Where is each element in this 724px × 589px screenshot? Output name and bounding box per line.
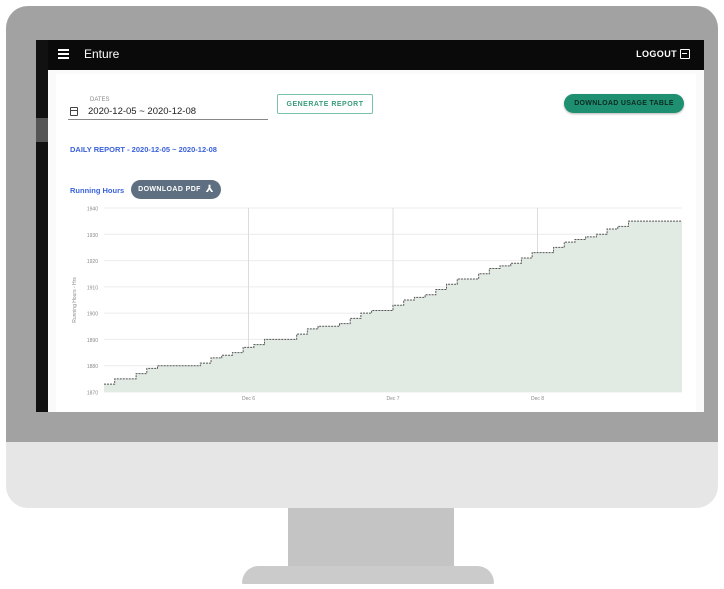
menu-icon[interactable]: [58, 49, 69, 59]
app-screen: Enture LOGOUT DATES 2020-12-05 ~ 2020-12…: [48, 40, 704, 412]
dates-field-underline: [68, 119, 268, 120]
calendar-icon[interactable]: [70, 107, 78, 116]
y-tick-label: 1870: [87, 391, 98, 397]
x-tick-label: Dec 6: [242, 396, 255, 402]
y-tick-label: 1920: [87, 259, 98, 265]
daily-report-heading: DAILY REPORT - 2020-12-05 ~ 2020-12-08: [70, 145, 217, 154]
y-tick-label: 1940: [87, 207, 98, 213]
y-axis-label: Running Hours - Hrs: [72, 277, 78, 323]
x-tick-label: Dec 7: [386, 396, 399, 402]
pdf-icon: ⅄: [205, 183, 214, 195]
dates-label: DATES: [90, 97, 110, 103]
x-tick-label: Dec 8: [531, 396, 544, 402]
generate-report-button[interactable]: GENERATE REPORT: [277, 94, 373, 114]
logout-button[interactable]: LOGOUT: [636, 49, 690, 59]
y-tick-label: 1900: [87, 312, 98, 318]
y-tick-label: 1890: [87, 338, 98, 344]
running-hours-label: Running Hours: [70, 186, 125, 195]
download-pdf-button[interactable]: DOWNLOAD PDF ⅄: [131, 180, 221, 199]
y-tick-label: 1880: [87, 364, 98, 370]
y-tick-label: 1930: [87, 233, 98, 239]
app-bar: Enture LOGOUT: [48, 40, 704, 70]
y-tick-label: 1910: [87, 285, 98, 291]
side-strip: [36, 118, 48, 142]
download-pdf-label: DOWNLOAD PDF: [138, 186, 201, 193]
app-title: Enture: [84, 47, 120, 61]
download-usage-table-button[interactable]: DOWNLOAD USAGE TABLE: [564, 94, 684, 113]
monitor-chin: [6, 442, 718, 508]
logout-label: LOGOUT: [636, 49, 677, 59]
running-hours-chart: 1870 1880 1890 1900 1910 1920 1930 1940 Dec 6 Dec…: [72, 207, 682, 402]
monitor-stand-base: [242, 566, 494, 584]
dates-field[interactable]: 2020-12-05 ~ 2020-12-08: [88, 106, 196, 117]
monitor-stand-neck: [288, 508, 454, 570]
logout-icon: [680, 49, 690, 59]
